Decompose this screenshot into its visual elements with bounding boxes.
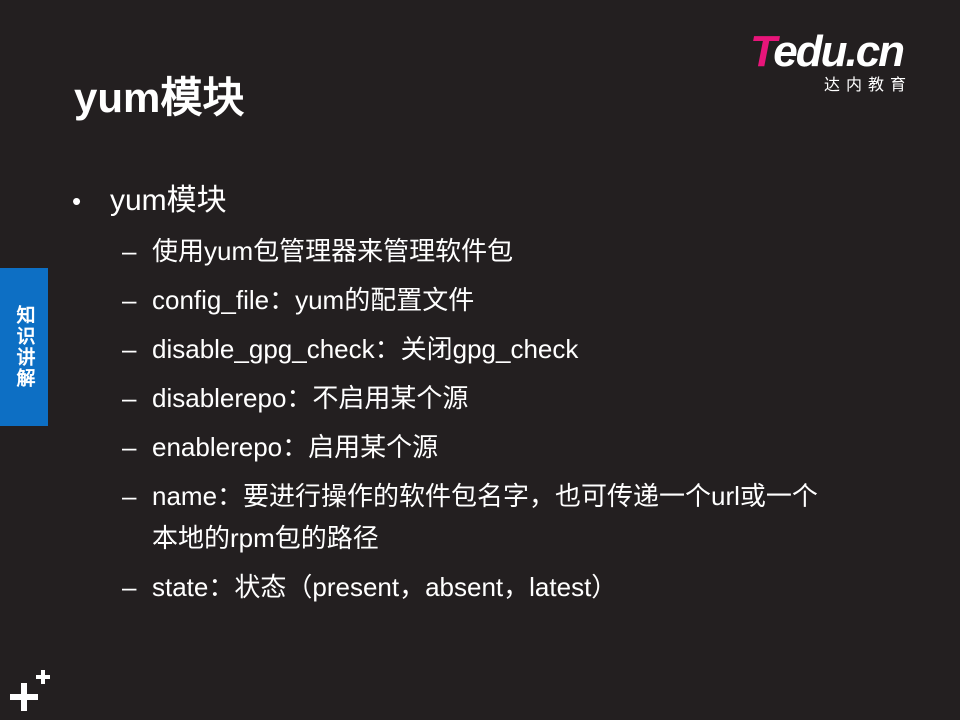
side-tab-label: 知识讲解 (13, 305, 35, 389)
list-item: – disable_gpg_check：关闭gpg_check (122, 328, 912, 370)
list-item-text: enablerepo：启用某个源 (152, 432, 439, 462)
logo-subtitle: 达内教育 (824, 77, 913, 94)
slide-content: • yum模块 – 使用yum包管理器来管理软件包 – config_file：… (72, 182, 912, 615)
logo-wordmark: Tedu.cn (750, 27, 905, 76)
dash-icon: – (122, 236, 137, 266)
main-bullet-text: yum模块 (110, 184, 227, 217)
sub-bullet-list: – 使用yum包管理器来管理软件包 – config_file：yum的配置文件… (72, 230, 912, 608)
list-item-text: disablerepo：不启用某个源 (152, 383, 469, 413)
bullet-icon: • (72, 186, 82, 216)
dash-icon: – (122, 432, 137, 462)
list-item: – name：要进行操作的软件包名字，也可传递一个url或一个本地的rpm包的路… (122, 475, 912, 559)
list-item-text: config_file：yum的配置文件 (152, 285, 475, 315)
list-item: – disablerepo：不启用某个源 (122, 377, 912, 419)
logo-domain-text: edu.cn (773, 27, 905, 76)
dash-icon: – (122, 481, 137, 511)
list-item: – 使用yum包管理器来管理软件包 (122, 230, 912, 272)
list-item-text: disable_gpg_check：关闭gpg_check (152, 334, 579, 364)
dash-icon: – (122, 285, 137, 315)
dash-icon: – (122, 383, 137, 413)
plus-icon (10, 670, 50, 711)
slide-title: yum模块 (74, 74, 245, 121)
dash-icon: – (122, 572, 137, 602)
list-item-text: state：状态（present，absent，latest） (152, 572, 618, 602)
list-item: – state：状态（present，absent，latest） (122, 566, 912, 608)
plus-small-vertical (41, 670, 45, 684)
logo-letter-t: T (750, 27, 775, 76)
list-item-text: name：要进行操作的软件包名字，也可传递一个url或一个本地的rpm包的路径 (152, 481, 818, 553)
dash-icon: – (122, 334, 137, 364)
main-bullet: • yum模块 (72, 182, 912, 220)
knowledge-side-tab: 知识讲解 (0, 268, 48, 426)
tedu-logo: Tedu.cn 达内教育 (750, 28, 930, 100)
list-item: – config_file：yum的配置文件 (122, 279, 912, 321)
list-item-text: 使用yum包管理器来管理软件包 (152, 236, 514, 266)
plus-large-vertical (21, 683, 27, 711)
list-item: – enablerepo：启用某个源 (122, 426, 912, 468)
